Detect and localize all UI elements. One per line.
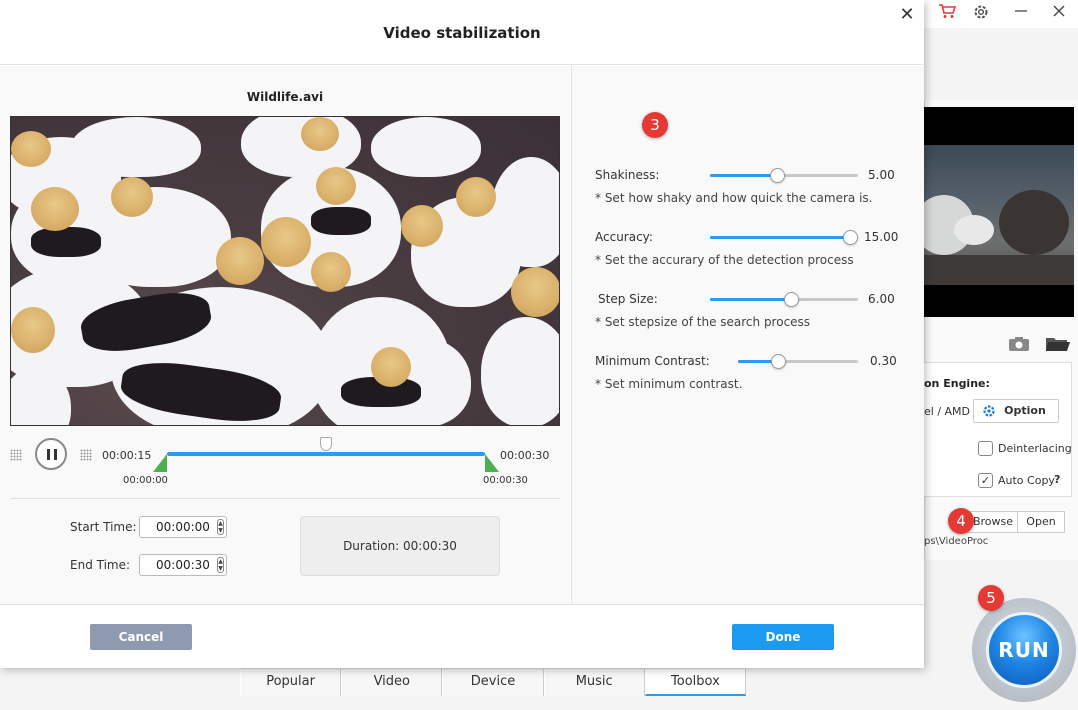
auto-copy-label: Auto Copy: [998, 474, 1055, 487]
left-grip-icon: [10, 449, 22, 461]
playhead-handle[interactable]: [320, 437, 332, 451]
preview-image: [924, 145, 1074, 285]
minimum-contrast-hint: * Set minimum contrast.: [595, 377, 743, 391]
start-time-spinner[interactable]: ▲ ▼: [217, 519, 224, 535]
minimum-contrast-slider-thumb[interactable]: [770, 354, 786, 369]
minimum-contrast-slider[interactable]: [738, 354, 858, 369]
option-button[interactable]: Option: [973, 399, 1059, 423]
trim-start-time: 00:00:00: [123, 475, 168, 486]
run-button-ring: RUN: [972, 598, 1076, 702]
shakiness-slider[interactable]: [710, 168, 858, 183]
accuracy-slider-thumb[interactable]: [843, 230, 858, 245]
open-button[interactable]: Open: [1017, 511, 1065, 533]
step-size-value: 6.00: [868, 292, 895, 306]
done-button[interactable]: Done: [732, 624, 834, 650]
end-time-field[interactable]: 00:00:30 ▲ ▼: [139, 554, 227, 576]
engine-label: on Engine:: [924, 377, 990, 390]
deinterlacing-label: Deinterlacing: [998, 442, 1072, 455]
right-grip-icon: [80, 449, 92, 461]
video-stabilization-dialog: Video stabilization ✕ Wildlife.avi 00:00…: [0, 0, 924, 668]
cart-icon[interactable]: [936, 3, 958, 23]
minimum-contrast-label: Minimum Contrast:: [595, 354, 710, 368]
pause-icon: [47, 449, 50, 460]
deinterlacing-checkbox[interactable]: [978, 441, 993, 456]
end-time: 00:00:30: [500, 449, 550, 462]
current-time: 00:00:15: [102, 449, 152, 462]
camera-icon[interactable]: [1008, 336, 1030, 356]
auto-copy-checkbox[interactable]: ✓: [978, 473, 993, 488]
folder-icon[interactable]: [1045, 336, 1071, 356]
preview-pane: Wildlife.avi 00:00:15 00:00:30 00:00:00 …: [0, 66, 570, 604]
close-icon[interactable]: ✕: [896, 4, 918, 26]
accuracy-slider[interactable]: [710, 230, 858, 245]
divider: [10, 498, 560, 499]
gear-icon: [982, 404, 996, 426]
dialog-header: Video stabilization ✕: [0, 0, 924, 65]
tab-video[interactable]: Video: [341, 669, 443, 696]
output-path: ps\VideoProc: [924, 536, 989, 547]
option-label: Option: [1004, 404, 1046, 417]
step-size-slider[interactable]: [710, 292, 858, 307]
tab-device[interactable]: Device: [442, 669, 544, 696]
step-badge-5: 5: [978, 585, 1004, 611]
accuracy-hint: * Set the accurary of the detection proc…: [595, 253, 854, 267]
minimum-contrast-value: 0.30: [870, 354, 897, 368]
step-badge-3: 3: [642, 112, 668, 138]
tab-music[interactable]: Music: [543, 669, 645, 696]
step-badge-4: 4: [948, 508, 974, 534]
trim-end-handle[interactable]: [485, 454, 499, 472]
trim-end-time: 00:00:30: [483, 475, 528, 486]
start-time-label: Start Time:: [70, 520, 137, 534]
pause-button[interactable]: [35, 438, 67, 470]
help-icon[interactable]: ?: [1054, 473, 1060, 486]
cancel-button[interactable]: Cancel: [90, 624, 192, 650]
start-time-field[interactable]: 00:00:00 ▲ ▼: [139, 516, 227, 538]
engine-settings-box: on Engine: el / AMD Option Deinterlacing…: [924, 362, 1072, 497]
run-button[interactable]: RUN: [986, 612, 1062, 688]
shakiness-value: 5.00: [868, 168, 895, 182]
trim-start-handle[interactable]: [153, 454, 167, 472]
dialog-title: Video stabilization: [383, 24, 541, 42]
accuracy-label: Accuracy:: [595, 230, 653, 244]
step-size-hint: * Set stepsize of the search process: [595, 315, 811, 329]
step-size-label: Step Size:: [598, 292, 658, 306]
dialog-footer: Cancel Done: [0, 604, 924, 668]
engine-vendor: el / AMD: [924, 405, 971, 418]
shakiness-slider-thumb[interactable]: [769, 168, 785, 183]
trim-timeline[interactable]: [167, 452, 485, 456]
tab-popular[interactable]: Popular: [240, 669, 342, 696]
file-name: Wildlife.avi: [246, 90, 324, 104]
video-preview: [10, 116, 560, 426]
end-time-label: End Time:: [70, 558, 131, 572]
step-size-slider-thumb[interactable]: [784, 292, 800, 307]
gear-icon[interactable]: [970, 3, 992, 23]
browse-button[interactable]: Browse: [968, 511, 1018, 533]
category-tabs: Popular Video Device Music Toolbox: [240, 668, 747, 696]
end-time-spinner[interactable]: ▲ ▼: [217, 557, 224, 573]
close-icon[interactable]: [1048, 3, 1070, 23]
app-title-bar: [924, 0, 1078, 28]
shakiness-hint: * Set how shaky and how quick the camera…: [595, 191, 873, 205]
accuracy-value: 15.00: [864, 230, 899, 244]
shakiness-label: Shakiness:: [595, 168, 660, 182]
preview-window: [924, 107, 1074, 317]
minimize-icon[interactable]: [1010, 3, 1032, 23]
tab-toolbox[interactable]: Toolbox: [644, 669, 747, 696]
parameters-pane: 3 Shakiness: 5.00 * Set how shaky and ho…: [571, 66, 924, 604]
duration-display: Duration: 00:00:30: [300, 516, 500, 576]
